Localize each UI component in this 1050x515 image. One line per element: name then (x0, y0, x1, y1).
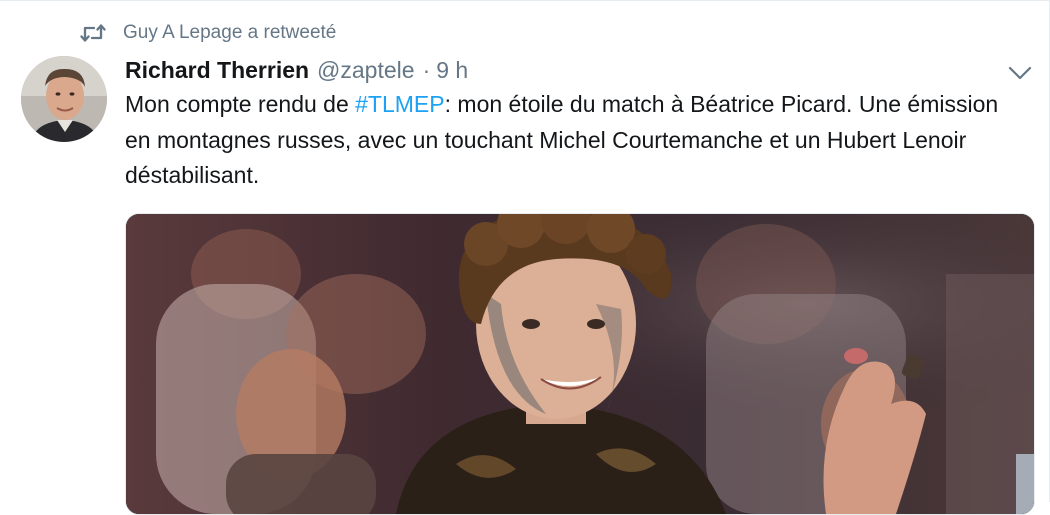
hashtag-link[interactable]: #TLMEP (355, 91, 444, 117)
author-name[interactable]: Richard Therrien (125, 57, 309, 84)
tweet-text: Mon compte rendu de #TLMEP: mon étoile d… (125, 87, 1025, 194)
timeline-divider (0, 0, 1050, 1)
tweet-menu-button[interactable] (1007, 60, 1033, 86)
avatar[interactable] (21, 56, 107, 142)
separator-dot: · (422, 56, 431, 83)
retweet-icon (80, 23, 106, 43)
author-handle[interactable]: @zaptele (317, 57, 415, 84)
retweet-context: Guy A Lepage a retweeté (80, 18, 336, 48)
retweet-context-text[interactable]: Guy A Lepage a retweeté (123, 22, 336, 44)
tweet-text-part-1: Mon compte rendu de (125, 91, 356, 117)
avatar-image (21, 56, 107, 142)
tweet-media[interactable] (125, 213, 1035, 515)
tweet-header: Richard Therrien @zaptele · 9 h (125, 54, 468, 86)
tweet-photo (126, 214, 1034, 514)
tweet-timestamp[interactable]: 9 h (436, 57, 468, 84)
